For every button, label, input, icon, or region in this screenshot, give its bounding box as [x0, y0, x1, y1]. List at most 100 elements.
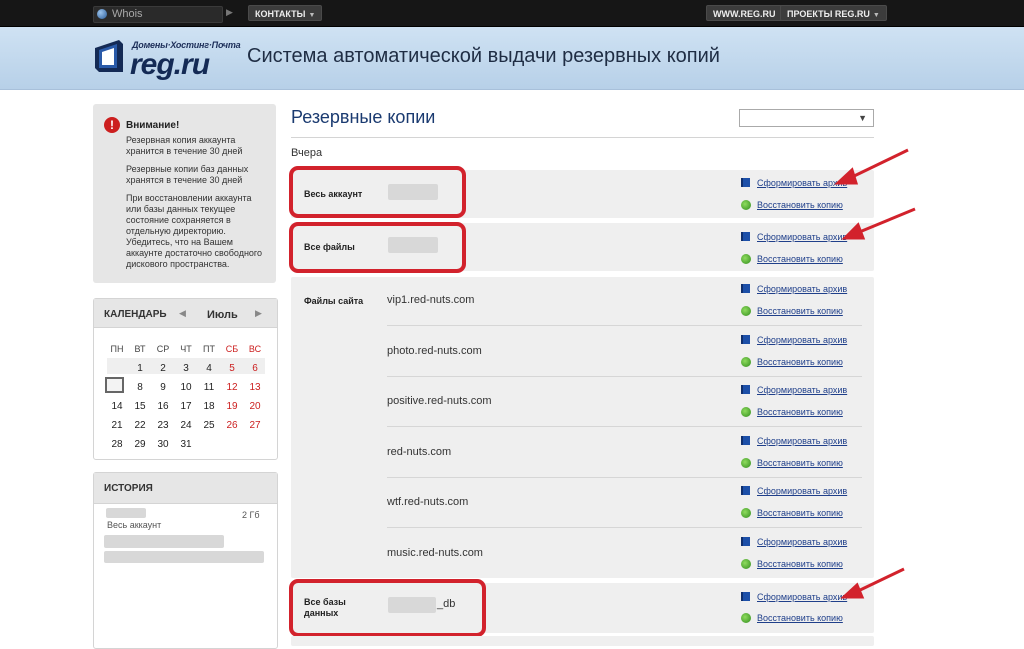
create-archive-link[interactable]: Сформировать архив: [741, 592, 847, 602]
whois-search-input[interactable]: Whois: [93, 6, 223, 23]
calendar-day[interactable]: 8: [130, 380, 150, 395]
calendar-day[interactable]: 13: [245, 380, 265, 395]
calendar-day[interactable]: 6: [245, 361, 265, 376]
calendar-day[interactable]: 27: [245, 418, 265, 433]
history-item-label[interactable]: Весь аккаунт: [107, 520, 161, 530]
whois-submit-arrow-icon[interactable]: ▶: [226, 7, 233, 18]
restore-copy-link[interactable]: Восстановить копию: [741, 559, 843, 569]
restore-copy-link[interactable]: Восстановить копию: [741, 306, 843, 316]
create-archive-label: Сформировать архив: [757, 232, 848, 242]
restore-copy-link[interactable]: Восстановить копию: [741, 407, 843, 418]
calendar-day[interactable]: 18: [199, 399, 219, 414]
row-divider: [387, 426, 862, 428]
calendar-day[interactable]: 23: [153, 418, 173, 433]
create-archive-link[interactable]: Сформировать архив: [741, 334, 848, 345]
restore-copy-link[interactable]: Восстановить копию: [741, 613, 843, 623]
logo-text[interactable]: reg.ru: [130, 48, 210, 82]
history-size: 2 Гб: [242, 510, 260, 520]
book-icon: [741, 592, 750, 601]
calendar-day[interactable]: 21: [107, 418, 127, 433]
calendar-day[interactable]: 11: [199, 380, 219, 395]
history-title: ИСТОРИЯ: [104, 483, 153, 494]
date-select[interactable]: ▼: [739, 109, 874, 127]
notice-paragraph-2: Резервные копии баз данных хранятся в те…: [126, 164, 249, 185]
restore-copy-link[interactable]: Восстановить копию: [741, 200, 843, 210]
calendar-day[interactable]: 10: [176, 380, 196, 395]
contacts-menu-button[interactable]: КОНТАКТЫ ▼: [248, 5, 323, 21]
restore-icon: [741, 356, 751, 367]
create-archive-link[interactable]: Сформировать архив: [741, 284, 847, 294]
history-header: ИСТОРИЯ: [94, 473, 277, 504]
calendar-day[interactable]: 24: [176, 418, 196, 433]
create-archive-label: Сформировать архив: [757, 385, 848, 396]
restore-copy-label: Восстановить копию: [757, 254, 843, 264]
calendar-weekday: ПТ: [203, 344, 215, 354]
create-archive-link[interactable]: Сформировать архив: [741, 178, 847, 188]
restore-copy-link[interactable]: Восстановить копию: [741, 457, 843, 468]
create-archive-link[interactable]: Сформировать архив: [741, 486, 847, 496]
calendar-day[interactable]: 30: [153, 437, 173, 452]
calendar-month: Июль: [207, 309, 238, 321]
calendar-day[interactable]: 28: [107, 437, 127, 452]
calendar-day[interactable]: 20: [245, 399, 265, 414]
restore-copy-label: Восстановить копию: [757, 613, 843, 623]
chevron-down-icon: ▼: [872, 12, 880, 19]
calendar-day[interactable]: 29: [130, 437, 150, 452]
book-icon: [741, 486, 750, 496]
create-archive-label: Сформировать архив: [757, 284, 848, 294]
calendar-day[interactable]: 14: [107, 399, 127, 414]
calendar-day[interactable]: 2: [153, 361, 173, 376]
row-divider: [387, 476, 862, 478]
next-month-icon[interactable]: ▶: [255, 308, 262, 319]
create-archive-label: Сформировать архив: [757, 486, 848, 497]
today-marker: [105, 377, 124, 393]
calendar-day[interactable]: 17: [176, 399, 196, 414]
restore-copy-label: Восстановить копию: [757, 407, 843, 418]
redacted-text: [106, 508, 146, 518]
calendar-day[interactable]: 9: [153, 380, 173, 395]
calendar-day[interactable]: 16: [153, 399, 173, 414]
calendar-day[interactable]: 5: [222, 361, 242, 376]
calendar-day[interactable]: 31: [176, 437, 196, 452]
prev-month-icon[interactable]: ◀: [179, 308, 186, 319]
calendar-day[interactable]: 19: [222, 399, 242, 414]
calendar-day[interactable]: 3: [176, 361, 196, 376]
history-panel: ИСТОРИЯ 2 Гб Весь аккаунт: [93, 472, 278, 649]
restore-copy-link[interactable]: Восстановить копию: [741, 356, 843, 367]
reg-ru-site-link[interactable]: WWW.REG.RU: [706, 5, 783, 21]
book-icon: [741, 334, 750, 344]
calendar-weekday: ВТ: [134, 344, 146, 354]
projects-menu-button[interactable]: ПРОЕКТЫ REG.RU ▼: [780, 5, 887, 21]
calendar-day[interactable]: 12: [222, 380, 242, 395]
restore-icon: [741, 254, 751, 264]
calendar-title: КАЛЕНДАРЬ: [104, 309, 167, 320]
reg-ru-logo-icon[interactable]: [93, 38, 125, 74]
calendar-weekday: СБ: [225, 344, 239, 354]
restore-icon: [741, 508, 751, 519]
create-archive-link[interactable]: Сформировать архив: [741, 385, 847, 395]
calendar-day[interactable]: 25: [199, 418, 219, 433]
calendar-day[interactable]: 1: [130, 361, 150, 376]
create-archive-label: Сформировать архив: [757, 334, 848, 345]
calendar-weekday: СР: [156, 344, 170, 354]
calendar-day[interactable]: 26: [222, 418, 242, 433]
restore-copy-link[interactable]: Восстановить копию: [741, 254, 843, 264]
create-archive-link[interactable]: Сформировать архив: [741, 232, 847, 242]
top-bar: Whois ▶ КОНТАКТЫ ▼ WWW.REG.RU ПРОЕКТЫ REG…: [0, 0, 1024, 27]
calendar-day[interactable]: 15: [130, 399, 150, 414]
row-divider: [387, 375, 862, 377]
whois-placeholder: Whois: [112, 8, 143, 20]
backup-row-next: [291, 636, 874, 646]
create-archive-link[interactable]: Сформировать архив: [741, 435, 847, 446]
calendar-day[interactable]: 22: [130, 418, 150, 433]
restore-copy-link[interactable]: Восстановить копию: [741, 508, 843, 519]
notice-panel: ! Внимание! Резервная копия аккаунта хра…: [93, 104, 276, 283]
restore-copy-label: Восстановить копию: [757, 559, 843, 569]
redacted-text: [104, 551, 264, 563]
highlight-box: [289, 222, 466, 273]
create-archive-link[interactable]: Сформировать архив: [741, 537, 847, 547]
notice-paragraph-1: Резервная копия аккаунта хранится в тече…: [126, 135, 243, 156]
book-icon: [741, 435, 750, 445]
calendar-day[interactable]: 4: [199, 361, 219, 376]
book-icon: [741, 178, 750, 187]
